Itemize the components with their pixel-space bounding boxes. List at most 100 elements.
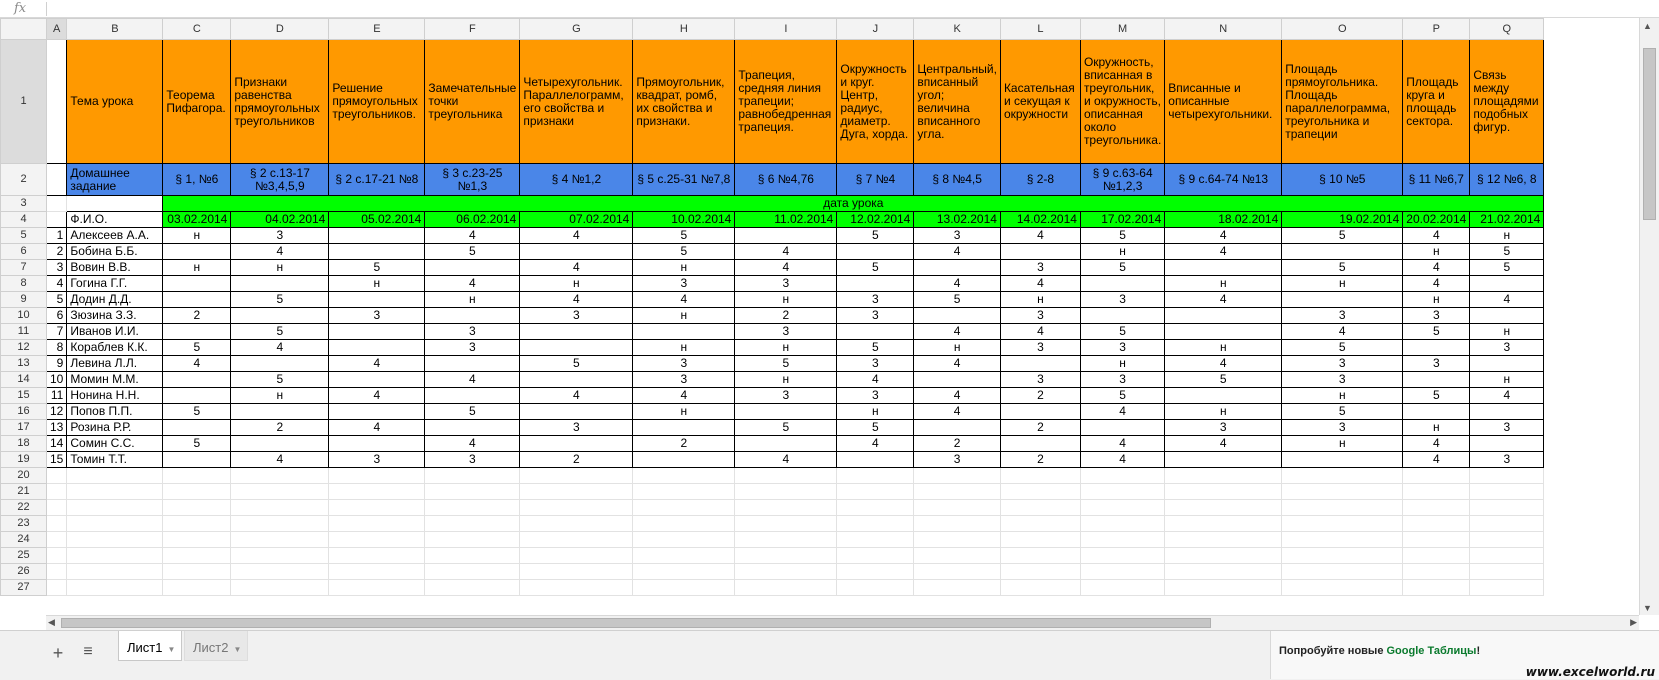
lesson-date-cell[interactable]: 04.02.2014 — [230, 211, 330, 228]
grade-cell[interactable]: 4 — [424, 275, 521, 292]
grade-cell[interactable] — [836, 451, 915, 468]
empty-cell[interactable] — [328, 547, 426, 564]
grade-cell[interactable]: н — [999, 291, 1081, 308]
empty-cell[interactable] — [999, 531, 1081, 548]
empty-cell[interactable] — [1164, 515, 1283, 532]
grade-cell[interactable]: 4 — [1164, 227, 1283, 244]
grade-cell[interactable] — [1164, 451, 1283, 468]
grade-cell[interactable] — [632, 419, 736, 436]
cell[interactable] — [45, 195, 68, 212]
lesson-topic-cell[interactable]: Решение прямоугольных треугольников. — [328, 39, 426, 164]
lesson-topic-cell[interactable]: Трапеция, средняя линия трапеции; равноб… — [734, 39, 838, 164]
row-header-11[interactable]: 11 — [0, 323, 47, 340]
homework-cell[interactable]: § 3 с.23-25 №1,3 — [424, 163, 521, 196]
grade-cell[interactable]: 4 — [230, 451, 330, 468]
empty-cell[interactable] — [734, 499, 838, 516]
scroll-right-icon[interactable]: ▶ — [1630, 617, 1637, 628]
empty-cell[interactable] — [1079, 547, 1166, 564]
lesson-date-cell[interactable]: 12.02.2014 — [836, 211, 915, 228]
grade-cell[interactable]: 3 — [999, 371, 1081, 388]
grade-cell[interactable] — [1469, 435, 1545, 452]
student-name[interactable]: Бобина Б.Б. — [66, 243, 164, 260]
grade-cell[interactable]: 4 — [424, 435, 521, 452]
grade-cell[interactable]: н — [913, 339, 1001, 356]
grade-cell[interactable] — [1164, 387, 1283, 404]
empty-cell[interactable] — [836, 531, 915, 548]
grade-cell[interactable] — [328, 227, 426, 244]
empty-cell[interactable] — [1469, 515, 1545, 532]
empty-cell[interactable] — [913, 563, 1001, 580]
empty-cell[interactable] — [1164, 579, 1283, 596]
empty-cell[interactable] — [66, 483, 164, 500]
row-header-13[interactable]: 13 — [0, 355, 47, 372]
empty-cell[interactable] — [230, 499, 330, 516]
lesson-date-cell[interactable]: 13.02.2014 — [913, 211, 1001, 228]
grade-cell[interactable]: 4 — [1402, 259, 1471, 276]
empty-cell[interactable] — [913, 483, 1001, 500]
empty-cell[interactable] — [424, 563, 521, 580]
grade-cell[interactable] — [1281, 243, 1404, 260]
homework-cell[interactable]: § 10 №5 — [1281, 163, 1404, 196]
row-header-5[interactable]: 5 — [0, 227, 47, 244]
empty-cell[interactable] — [230, 531, 330, 548]
grade-cell[interactable]: 3 — [424, 451, 521, 468]
homework-cell[interactable]: § 2 с.17-21 №8 — [328, 163, 426, 196]
grade-cell[interactable]: 4 — [632, 291, 736, 308]
horizontal-scroll-thumb[interactable] — [61, 618, 1211, 628]
empty-cell[interactable] — [999, 563, 1081, 580]
empty-cell[interactable] — [1402, 499, 1471, 516]
grade-cell[interactable] — [632, 323, 736, 340]
student-number[interactable]: 12 — [45, 403, 68, 420]
empty-cell[interactable] — [1281, 515, 1404, 532]
column-header-k[interactable]: K — [913, 18, 1001, 40]
empty-cell[interactable] — [1469, 467, 1545, 484]
student-name[interactable]: Нонина Н.Н. — [66, 387, 164, 404]
empty-cell[interactable] — [328, 499, 426, 516]
grade-cell[interactable]: 4 — [328, 355, 426, 372]
empty-cell[interactable] — [1079, 579, 1166, 596]
empty-cell[interactable] — [1281, 483, 1404, 500]
empty-cell[interactable] — [230, 515, 330, 532]
grade-cell[interactable]: н — [328, 275, 426, 292]
grade-cell[interactable] — [999, 355, 1081, 372]
row-header-26[interactable]: 26 — [0, 563, 47, 580]
lesson-date-cell[interactable]: 14.02.2014 — [999, 211, 1081, 228]
empty-cell[interactable] — [913, 579, 1001, 596]
grade-cell[interactable]: 4 — [999, 275, 1081, 292]
grade-cell[interactable]: 5 — [836, 259, 915, 276]
lesson-date-cell[interactable]: 17.02.2014 — [1079, 211, 1166, 228]
lesson-topic-cell[interactable]: Площадь прямоугольника. Площадь параллел… — [1281, 39, 1404, 164]
grade-cell[interactable] — [162, 243, 232, 260]
lesson-topic-cell[interactable]: Окружность и круг. Центр, радиус, диамет… — [836, 39, 915, 164]
grade-cell[interactable] — [999, 403, 1081, 420]
empty-cell[interactable] — [1402, 547, 1471, 564]
empty-cell[interactable] — [1402, 515, 1471, 532]
row-header-6[interactable]: 6 — [0, 243, 47, 260]
column-header-q[interactable]: Q — [1469, 18, 1545, 40]
grade-cell[interactable] — [162, 323, 232, 340]
grade-cell[interactable]: 4 — [230, 243, 330, 260]
grade-cell[interactable] — [328, 371, 426, 388]
empty-cell[interactable] — [519, 547, 634, 564]
row-header-2[interactable]: 2 — [0, 163, 47, 196]
scroll-down-icon[interactable]: ▼ — [1643, 603, 1652, 613]
lesson-date-cell[interactable]: 21.02.2014 — [1469, 211, 1545, 228]
grade-cell[interactable]: н — [632, 403, 736, 420]
grade-cell[interactable] — [1079, 275, 1166, 292]
row-header-24[interactable]: 24 — [0, 531, 47, 548]
grade-cell[interactable]: 4 — [230, 339, 330, 356]
student-number[interactable]: 1 — [45, 227, 68, 244]
grade-cell[interactable]: 5 — [734, 419, 838, 436]
empty-cell[interactable] — [1281, 467, 1404, 484]
empty-cell[interactable] — [519, 515, 634, 532]
grade-cell[interactable]: 2 — [999, 387, 1081, 404]
grade-cell[interactable] — [519, 435, 634, 452]
grade-cell[interactable]: н — [1469, 227, 1545, 244]
empty-cell[interactable] — [1402, 467, 1471, 484]
lesson-date-cell[interactable]: 18.02.2014 — [1164, 211, 1283, 228]
empty-cell[interactable] — [1164, 467, 1283, 484]
empty-cell[interactable] — [1469, 499, 1545, 516]
grade-cell[interactable] — [424, 387, 521, 404]
grade-cell[interactable]: 5 — [162, 435, 232, 452]
cell-a1-selected[interactable] — [45, 39, 68, 164]
